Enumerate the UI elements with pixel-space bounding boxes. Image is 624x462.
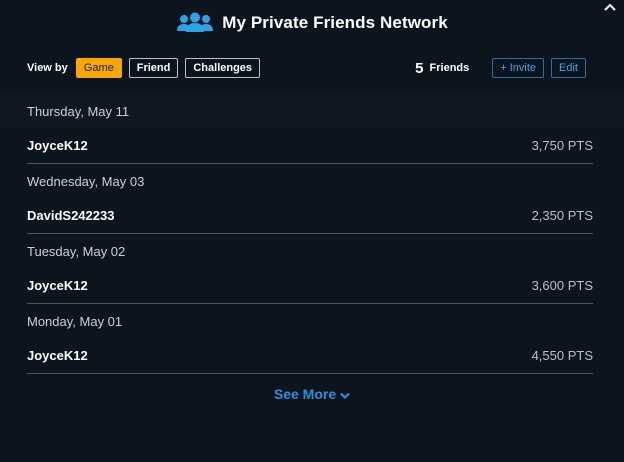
friend-name[interactable]: JoyceK12 xyxy=(27,278,88,293)
list-item[interactable]: DavidS242233 2,350 PTS xyxy=(27,198,593,234)
filter-game-button[interactable]: Game xyxy=(75,58,122,78)
page-title: My Private Friends Network xyxy=(222,13,448,32)
people-group-icon xyxy=(176,12,214,34)
header-title-group: My Private Friends Network xyxy=(176,12,448,34)
date-header: Tuesday, May 02 xyxy=(27,243,126,259)
see-more-button[interactable]: See More xyxy=(274,386,350,402)
points-value: 2,350 PTS xyxy=(531,208,593,223)
points-value: 4,550 PTS xyxy=(531,348,593,363)
date-header: Thursday, May 11 xyxy=(0,94,624,128)
header: My Private Friends Network xyxy=(0,0,624,46)
filter-challenges-button[interactable]: Challenges xyxy=(185,58,261,78)
see-more-container: See More xyxy=(0,384,624,404)
date-header: Wednesday, May 03 xyxy=(27,173,145,189)
edit-button[interactable]: Edit xyxy=(551,58,586,78)
friend-count: 5 xyxy=(415,59,424,77)
list-item[interactable]: JoyceK12 4,550 PTS xyxy=(27,338,593,374)
friend-name[interactable]: DavidS242233 xyxy=(27,208,114,223)
collapse-button[interactable] xyxy=(602,0,618,14)
list-item[interactable]: JoyceK12 3,750 PTS xyxy=(27,128,593,164)
activity-list: Thursday, May 11 JoyceK12 3,750 PTS Wedn… xyxy=(0,94,624,374)
points-value: 3,750 PTS xyxy=(531,138,593,153)
see-more-label: See More xyxy=(273,386,337,402)
friends-label: Friends xyxy=(429,62,470,74)
view-by-label: View by xyxy=(27,62,68,74)
points-value: 3,600 PTS xyxy=(531,278,593,293)
friend-name[interactable]: JoyceK12 xyxy=(27,138,88,153)
friend-name[interactable]: JoyceK12 xyxy=(27,348,88,363)
toolbar: View by Game Friend Challenges 5 Friends… xyxy=(27,58,586,78)
invite-button[interactable]: + Invite xyxy=(492,58,545,78)
date-header: Monday, May 01 xyxy=(27,313,123,329)
chevron-down-icon xyxy=(340,387,350,400)
chevron-up-icon xyxy=(604,0,616,16)
filter-friend-button[interactable]: Friend xyxy=(128,58,179,78)
list-item[interactable]: JoyceK12 3,600 PTS xyxy=(27,268,593,304)
